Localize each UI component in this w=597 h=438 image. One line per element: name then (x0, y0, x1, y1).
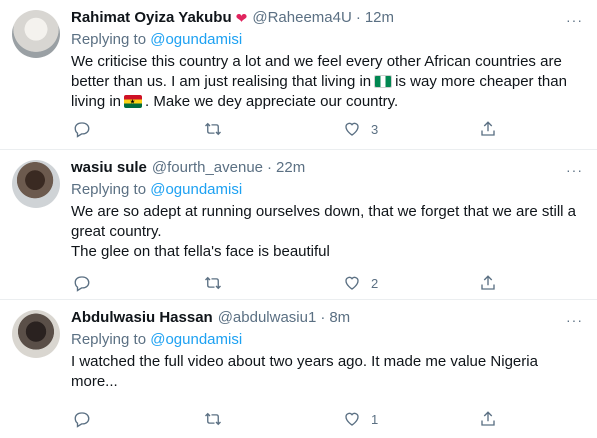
tweet-body: Abdulwasiu Hassan @abdulwasiu1 · 8m Repl… (71, 308, 557, 392)
like-count: 2 (371, 275, 379, 291)
timestamp[interactable]: 22m (276, 158, 305, 178)
share-button[interactable] (479, 120, 497, 138)
like-icon (345, 276, 359, 290)
like-count: 3 (371, 121, 379, 137)
share-icon (481, 411, 495, 426)
tweet-text: We criticise this country a lot and we f… (71, 52, 576, 112)
avatar[interactable] (12, 160, 60, 208)
retweet-icon (205, 122, 221, 136)
retweet-button[interactable] (204, 410, 222, 428)
reply-mention-link[interactable]: @ogundamisi (150, 331, 242, 348)
tweet-feed: Rahimat Oyiza Yakubu ❤ @Raheema4U · 12m … (0, 0, 597, 438)
reply-icon (74, 412, 90, 428)
ghana-flag-icon (124, 95, 143, 108)
retweet-icon (205, 276, 221, 290)
share-icon (481, 121, 495, 136)
tweet-header: Abdulwasiu Hassan @abdulwasiu1 · 8m (71, 308, 557, 328)
replying-to: Replying to @ogundamisi (71, 30, 557, 50)
author-name[interactable]: Rahimat Oyiza Yakubu (71, 8, 232, 28)
retweet-button[interactable] (204, 120, 222, 138)
reply-icon (74, 122, 90, 138)
like-icon (345, 412, 359, 426)
like-button[interactable]: 1 (343, 410, 378, 428)
tweet-text-line: We are so adept at running ourselves dow… (71, 203, 577, 240)
avatar[interactable] (12, 10, 60, 58)
share-icon (481, 275, 495, 290)
reply-icon (74, 276, 90, 292)
author-name[interactable]: Abdulwasiu Hassan (71, 308, 213, 328)
tweet-actions: 3 (71, 120, 557, 140)
tweet-text-line: The glee on that fella's face is beautif… (71, 243, 330, 260)
like-button[interactable]: 2 (343, 274, 378, 292)
tweet-body: Rahimat Oyiza Yakubu ❤ @Raheema4U · 12m … (71, 8, 567, 112)
avatar[interactable] (12, 310, 60, 358)
author-handle[interactable]: @abdulwasiu1 (218, 308, 317, 328)
tweet[interactable]: Rahimat Oyiza Yakubu ❤ @Raheema4U · 12m … (0, 0, 597, 150)
tweet-header: wasiu sule @fourth_avenue · 22m (71, 158, 557, 178)
tweet-actions: 1 (71, 410, 557, 430)
share-button[interactable] (479, 410, 497, 428)
replying-to-label: Replying to (71, 331, 147, 348)
like-count: 1 (371, 411, 379, 427)
like-button[interactable]: 3 (343, 120, 378, 138)
reply-button[interactable] (73, 120, 91, 138)
replying-to: Replying to @ogundamisi (71, 180, 557, 200)
tweet-text: I watched the full video about two years… (71, 353, 538, 390)
reply-mention-link[interactable]: @ogundamisi (150, 31, 242, 48)
tweet-actions: 2 (71, 274, 557, 294)
replying-to-label: Replying to (71, 31, 147, 48)
replying-to-label: Replying to (71, 181, 147, 198)
like-icon (345, 122, 359, 136)
tweet-text-part: . Make we dey appreciate our country. (145, 93, 399, 110)
separator-dot: · (267, 159, 273, 176)
tweet[interactable]: wasiu sule @fourth_avenue · 22m Replying… (0, 150, 597, 300)
author-handle[interactable]: @Raheema4U (252, 8, 351, 28)
separator-dot: · (355, 9, 361, 26)
timestamp[interactable]: 8m (329, 308, 350, 328)
reply-button[interactable] (73, 410, 91, 428)
more-icon[interactable]: ··· (566, 162, 583, 178)
tweet[interactable]: Abdulwasiu Hassan @abdulwasiu1 · 8m Repl… (0, 300, 597, 438)
tweet-header: Rahimat Oyiza Yakubu ❤ @Raheema4U · 12m (71, 8, 557, 28)
author-handle[interactable]: @fourth_avenue (152, 158, 263, 178)
replying-to: Replying to @ogundamisi (71, 330, 557, 350)
retweet-icon (205, 412, 221, 426)
reply-mention-link[interactable]: @ogundamisi (150, 181, 242, 198)
heart-emoji-icon: ❤ (235, 10, 248, 26)
tweet-body: wasiu sule @fourth_avenue · 22m Replying… (71, 158, 576, 262)
author-name[interactable]: wasiu sule (71, 158, 147, 178)
tweet-text: We are so adept at running ourselves dow… (71, 202, 576, 262)
share-button[interactable] (479, 274, 497, 292)
separator-dot: · (320, 309, 326, 326)
reply-button[interactable] (73, 274, 91, 292)
nigeria-flag-icon (374, 75, 393, 88)
more-icon[interactable]: ··· (566, 12, 583, 28)
more-icon[interactable]: ··· (566, 312, 583, 328)
timestamp[interactable]: 12m (365, 8, 394, 28)
retweet-button[interactable] (204, 274, 222, 292)
